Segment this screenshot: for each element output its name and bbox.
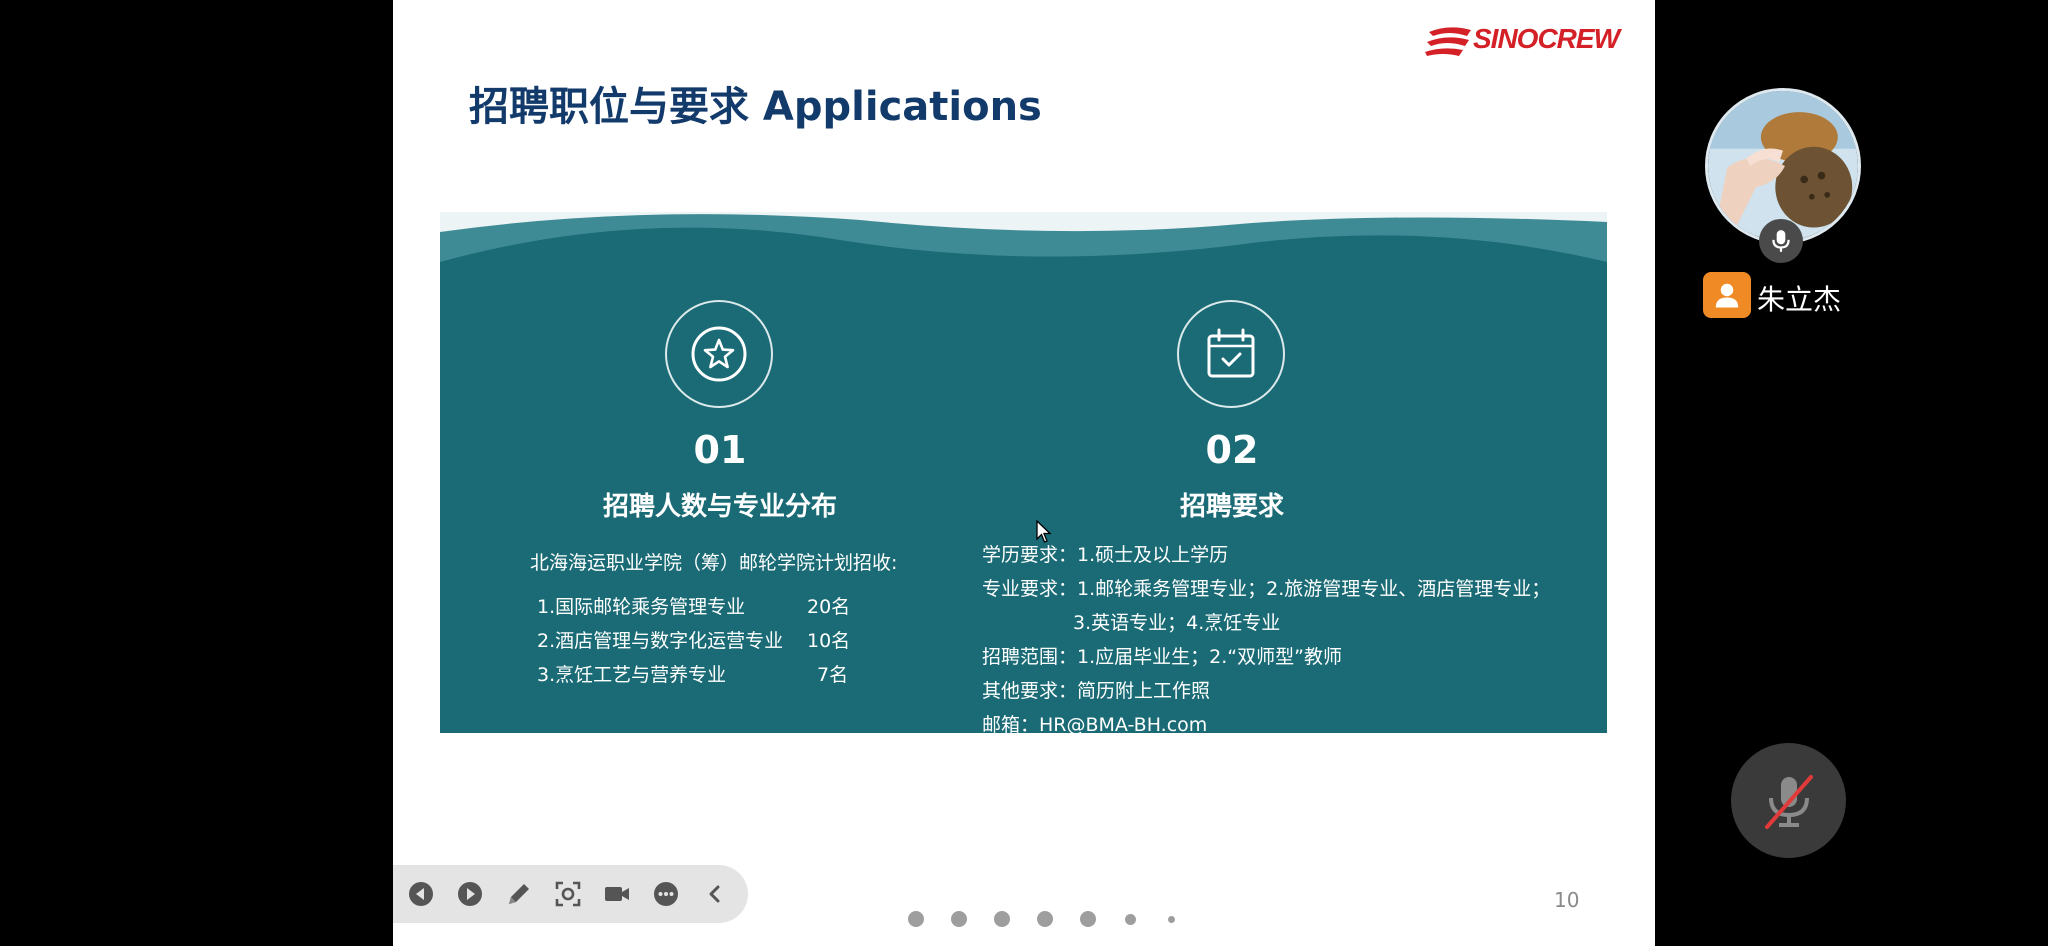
microphone-muted-icon: [1764, 774, 1813, 829]
presentation-toolbar: [393, 865, 748, 923]
slide-title: 招聘职位与要求 Applications: [469, 84, 1042, 130]
sinocrew-mark-icon: [1425, 27, 1471, 56]
mouse-pointer-icon: [1036, 520, 1052, 543]
participant-mic-indicator: [1759, 219, 1803, 263]
major-count: 20名: [807, 596, 851, 618]
screenshot-icon: [555, 881, 581, 907]
pager-dot[interactable]: [1080, 911, 1096, 927]
collapse-toolbar-button[interactable]: [700, 879, 730, 909]
more-icon: [654, 882, 678, 906]
calendar-check-icon: [1207, 328, 1255, 378]
camera-button[interactable]: [602, 879, 632, 909]
previous-button[interactable]: [406, 879, 436, 909]
wave-decoration: [440, 212, 1607, 262]
sinocrew-logo: SINOCREW: [1423, 20, 1628, 60]
icon-ring: [1177, 300, 1285, 408]
major-count: 7名: [817, 664, 849, 686]
pager-dot[interactable]: [951, 911, 967, 927]
major-row: 3.烹饪工艺与营养专业 7名: [537, 660, 848, 687]
major-row: 1.国际邮轮乘务管理专业 20名: [537, 592, 850, 619]
major-count: 10名: [807, 630, 851, 652]
pager-dot[interactable]: [1037, 911, 1053, 927]
section-heading: 招聘要求: [1179, 492, 1284, 522]
presentation-slide: SINOCREW 招聘职位与要求 Applications 01 招聘人数与专业…: [393, 0, 1655, 946]
major-row: 2.酒店管理与数字化运营专业 10名: [537, 626, 850, 653]
pen-icon: [509, 884, 529, 904]
requirement-line: 其他要求：简历附上工作照: [982, 680, 1211, 702]
star-icon: [691, 326, 747, 382]
pen-button[interactable]: [504, 879, 534, 909]
icon-ring: [665, 300, 773, 408]
next-icon: [458, 882, 482, 906]
mute-button[interactable]: [1731, 743, 1846, 858]
collapse-icon: [709, 885, 720, 903]
participant-name: 朱立杰: [1757, 283, 1842, 316]
user-role-badge: [1703, 272, 1751, 318]
next-button[interactable]: [455, 879, 485, 909]
more-button[interactable]: [651, 879, 681, 909]
screenshot-button[interactable]: [553, 879, 583, 909]
requirement-line: 招聘范围：1.应届毕业生；2.“双师型”教师: [982, 646, 1342, 668]
user-icon: [1715, 283, 1739, 308]
section-heading: 招聘人数与专业分布: [602, 492, 837, 522]
pager-dot[interactable]: [994, 911, 1010, 927]
previous-icon: [409, 882, 433, 906]
microphone-icon: [1772, 230, 1790, 252]
section-number: 01: [693, 428, 747, 472]
major-name: 2.酒店管理与数字化运营专业: [537, 630, 784, 652]
pager-dot[interactable]: [1125, 914, 1136, 925]
section-number: 02: [1205, 428, 1259, 472]
content-panel: 01 招聘人数与专业分布 北海海运职业学院（筹）邮轮学院计划招收: 1.国际邮轮…: [440, 212, 1607, 733]
camera-icon: [605, 887, 629, 901]
major-name: 3.烹饪工艺与营养专业: [537, 664, 727, 686]
pager-dot[interactable]: [1168, 916, 1175, 923]
page-number: 10: [1554, 888, 1580, 912]
requirement-line: 学历要求：1.硕士及以上学历: [982, 544, 1229, 566]
pager-dot[interactable]: [908, 911, 924, 927]
email-line: 邮箱：HR@BMA-BH.com: [982, 714, 1208, 733]
recruit-intro: 北海海运职业学院（筹）邮轮学院计划招收:: [530, 552, 898, 574]
requirement-line: 3.英语专业；4.烹饪专业: [1073, 612, 1281, 634]
requirement-line: 专业要求：1.邮轮乘务管理专业；2.旅游管理专业、酒店管理专业；: [982, 578, 1551, 600]
brand-name: SINOCREW: [1473, 23, 1620, 54]
major-name: 1.国际邮轮乘务管理专业: [537, 596, 746, 618]
